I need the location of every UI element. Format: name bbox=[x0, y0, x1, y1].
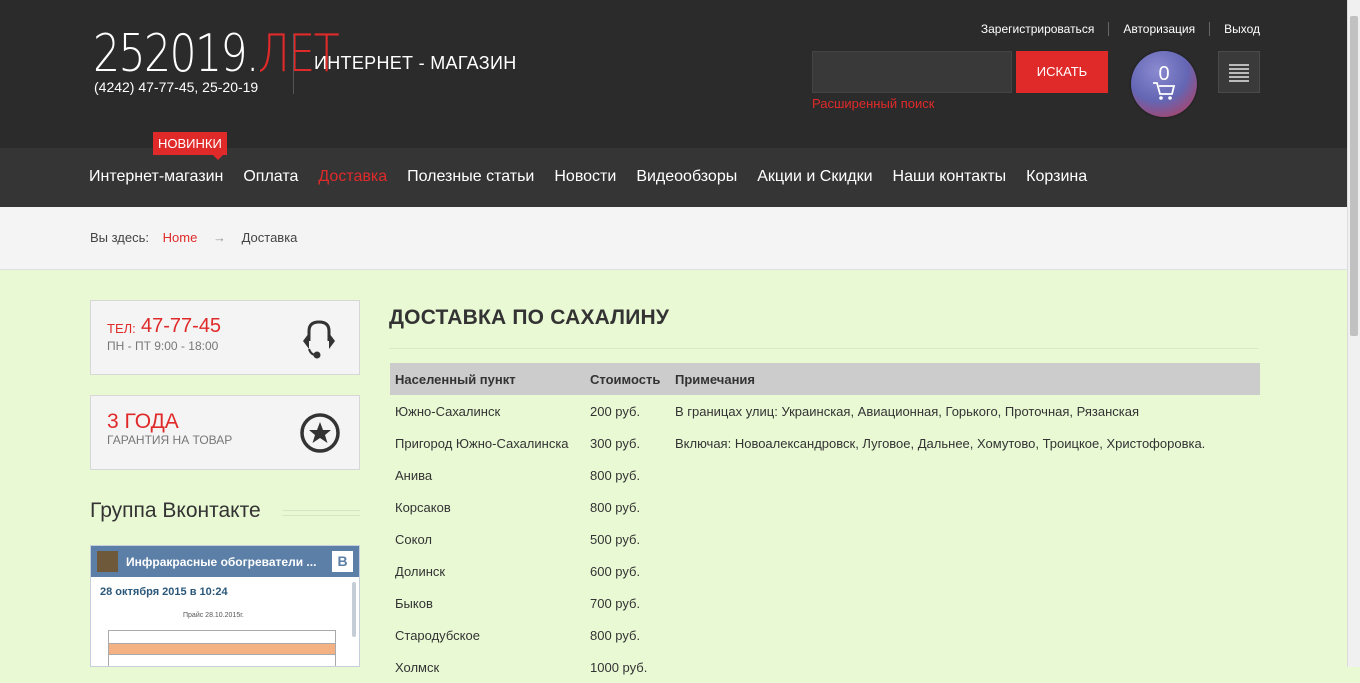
cell-cost: 200 руб. bbox=[590, 403, 641, 419]
cart-icon bbox=[1153, 82, 1176, 100]
nav-item-6[interactable]: Видеообзоры bbox=[636, 168, 737, 186]
cell-cost: 300 руб. bbox=[590, 435, 641, 451]
page-scrollbar[interactable] bbox=[1347, 0, 1360, 667]
breadcrumb-arrow-icon: → bbox=[212, 230, 226, 245]
cell-notes: Включая: Новоалександровск, Луговое, Дал… bbox=[675, 435, 1206, 451]
cell-cost: 500 руб. bbox=[590, 531, 641, 547]
vk-post-image[interactable] bbox=[108, 630, 336, 666]
breadcrumb-current: Доставка bbox=[241, 230, 298, 245]
vk-widget-scrollbar[interactable] bbox=[352, 582, 356, 637]
nav-item-2[interactable]: Оплата bbox=[243, 168, 298, 186]
title-divider bbox=[389, 348, 1258, 349]
nav-item-7[interactable]: Акции и Скидки bbox=[757, 168, 872, 186]
nav-item-4[interactable]: Полезные статьи bbox=[407, 168, 534, 186]
menu-toggle-button[interactable] bbox=[1218, 51, 1260, 93]
vk-heading-decor bbox=[282, 510, 360, 516]
headset-icon bbox=[303, 320, 335, 359]
cell-locality: Стародубское bbox=[395, 627, 480, 643]
cell-cost: 800 руб. bbox=[590, 499, 641, 515]
logo-text: 252019. bbox=[93, 24, 259, 84]
vk-price-caption: Прайс 28.10.2015г. bbox=[183, 612, 244, 619]
cell-cost: 600 руб. bbox=[590, 563, 641, 579]
nav-item-1[interactable]: Интернет-магазин bbox=[89, 168, 223, 186]
cell-notes bbox=[670, 491, 1260, 523]
logout-link[interactable]: Выход bbox=[1209, 22, 1260, 36]
vk-group-name[interactable]: Инфракрасные обогреватели ... bbox=[126, 555, 316, 569]
register-link[interactable]: Зарегистрироваться bbox=[967, 22, 1108, 36]
cell-notes: В границах улиц: Украинская, Авиационная… bbox=[675, 403, 1140, 419]
vk-post-date[interactable]: 28 октября 2015 в 10:24 bbox=[100, 586, 228, 598]
cell-locality: Анива bbox=[395, 467, 433, 483]
table-row: Быков 700 руб. bbox=[390, 587, 1260, 619]
table-row: Долинск 600 руб. bbox=[390, 555, 1260, 587]
vk-widget[interactable]: Инфракрасные обогреватели ... B 28 октяб… bbox=[90, 545, 360, 667]
vk-logo-icon[interactable]: B bbox=[332, 551, 353, 572]
advanced-search-link[interactable]: Расширенный поиск bbox=[812, 96, 934, 111]
shop-name: ИНТЕРНЕТ - МАГАЗИН bbox=[314, 53, 517, 73]
cell-cost: 800 руб. bbox=[590, 627, 641, 643]
guarantee-title: 3 ГОДА bbox=[107, 410, 179, 433]
nav-item-3[interactable]: Доставка bbox=[318, 168, 387, 186]
table-row: Анива 800 руб. bbox=[390, 459, 1260, 491]
search-button[interactable]: ИСКАТЬ bbox=[1016, 51, 1108, 93]
cell-cost: 700 руб. bbox=[590, 595, 641, 611]
cell-locality: Сокол bbox=[395, 531, 432, 547]
delivery-table-body: Южно-Сахалинск 200 руб. В границах улиц: У… bbox=[390, 395, 1260, 683]
vk-group-heading: Группа Вконтакте bbox=[90, 499, 261, 522]
cell-locality: Южно-Сахалинск bbox=[395, 403, 501, 419]
cell-notes bbox=[670, 523, 1260, 555]
nav-items: Интернет-магазин Оплата Доставка Полезные с… bbox=[89, 168, 1107, 186]
column-header-locality: Населенный пункт bbox=[390, 363, 585, 395]
breadcrumb: Вы здесь: Home → Доставка bbox=[0, 207, 1348, 270]
search-input[interactable] bbox=[812, 51, 1012, 93]
cell-notes bbox=[670, 459, 1260, 491]
cell-locality: Долинск bbox=[395, 563, 446, 579]
cell-cost: 800 руб. bbox=[590, 467, 641, 483]
cell-notes bbox=[670, 619, 1260, 651]
guarantee-subtitle: ГАРАНТИЯ НА ТОВАР bbox=[107, 433, 233, 447]
breadcrumb-prefix: Вы здесь: bbox=[90, 230, 150, 245]
delivery-table: Населенный пункт Стоимость Примечания Юж… bbox=[390, 363, 1260, 683]
column-header-cost: Стоимость bbox=[585, 363, 670, 395]
cell-locality: Быков bbox=[395, 595, 433, 611]
page-title: ДОСТАВКА ПО САХАЛИНУ bbox=[389, 306, 670, 329]
site-logo[interactable]: 252019.ЛЕТ bbox=[93, 28, 340, 80]
table-row: Стародубское 800 руб. bbox=[390, 619, 1260, 651]
cell-notes bbox=[670, 555, 1260, 587]
work-hours: ПН - ПТ 9:00 - 18:00 bbox=[107, 339, 219, 353]
header-phone: (4242) 47-77-45, 25-20-19 bbox=[94, 79, 259, 95]
cell-locality: Холмск bbox=[395, 659, 440, 675]
vk-widget-header[interactable]: Инфракрасные обогреватели ... B bbox=[91, 546, 359, 577]
column-header-notes: Примечания bbox=[670, 363, 1260, 395]
vk-group-avatar[interactable] bbox=[97, 551, 118, 572]
table-row: Пригород Южно-Сахалинска 300 руб. Включая:… bbox=[390, 427, 1260, 459]
tel-number: 47-77-45 bbox=[141, 315, 222, 337]
scrollbar-thumb[interactable] bbox=[1350, 16, 1358, 336]
cell-notes bbox=[670, 651, 1260, 683]
table-row: Холмск 1000 руб. bbox=[390, 651, 1260, 683]
cart-button[interactable]: 0 bbox=[1131, 51, 1197, 117]
table-row: Южно-Сахалинск 200 руб. В границах улиц: У… bbox=[390, 395, 1260, 427]
tel-label: ТЕЛ: bbox=[107, 321, 136, 336]
phone-info-box: ТЕЛ: 47-77-45 ПН - ПТ 9:00 - 18:00 bbox=[90, 300, 360, 375]
guarantee-info-box: 3 ГОДА ГАРАНТИЯ НА ТОВАР bbox=[90, 395, 360, 470]
cell-locality: Пригород Южно-Сахалинска bbox=[395, 435, 569, 451]
cell-locality: Корсаков bbox=[395, 499, 451, 515]
nav-item-5[interactable]: Новости bbox=[554, 168, 616, 186]
nav-item-8[interactable]: Наши контакты bbox=[893, 168, 1007, 186]
new-items-badge[interactable]: НОВИНКИ bbox=[153, 132, 227, 160]
table-row: Корсаков 800 руб. bbox=[390, 491, 1260, 523]
breadcrumb-home-link[interactable]: Home bbox=[163, 230, 198, 245]
main-nav: Интернет-магазин Оплата Доставка Полезные с… bbox=[0, 148, 1348, 207]
table-header-row: Населенный пункт Стоимость Примечания bbox=[390, 363, 1260, 395]
user-links: Зарегистрироваться Авторизация Выход bbox=[967, 22, 1260, 36]
header-divider bbox=[293, 34, 294, 94]
cell-notes bbox=[670, 587, 1260, 619]
site-header: 252019.ЛЕТ (4242) 47-77-45, 25-20-19 ИНТ… bbox=[0, 0, 1348, 148]
table-row: Сокол 500 руб. bbox=[390, 523, 1260, 555]
star-icon bbox=[300, 413, 340, 453]
nav-item-9[interactable]: Корзина bbox=[1026, 168, 1087, 186]
login-link[interactable]: Авторизация bbox=[1108, 22, 1209, 36]
cell-cost: 1000 руб. bbox=[590, 659, 648, 675]
